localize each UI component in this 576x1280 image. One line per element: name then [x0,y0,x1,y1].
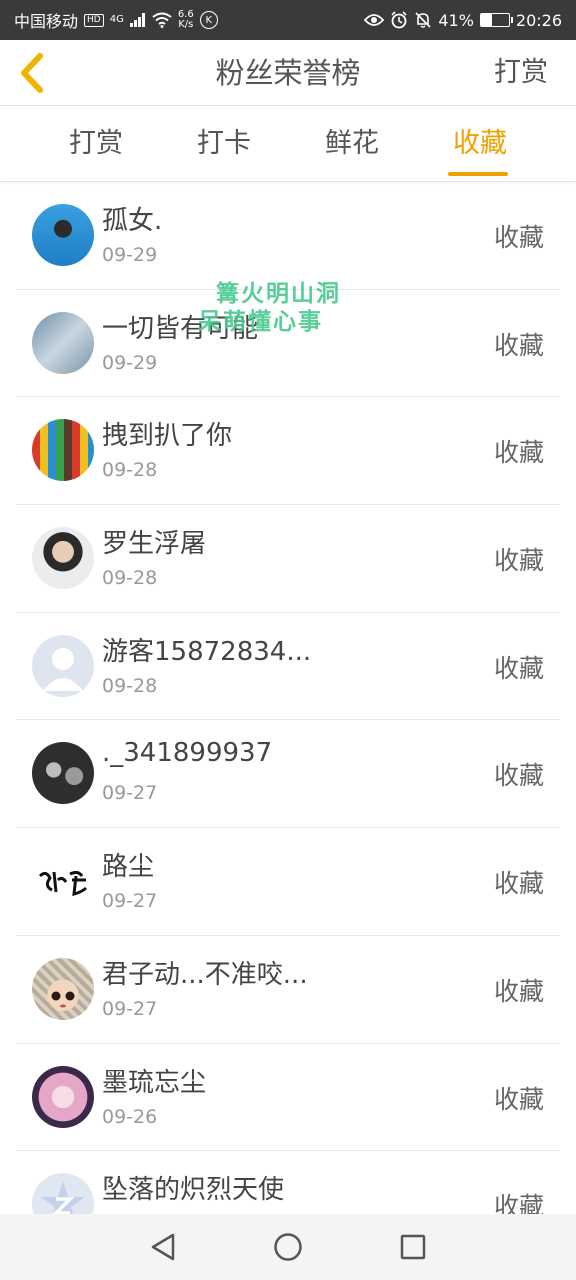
doll-face-icon [51,991,75,1008]
page-title: 粉丝荣誉榜 [215,56,361,90]
user-date: 09-28 [102,674,158,697]
user-name: 一切皆有可能 [102,313,259,344]
network-speed: 6.6 K/s [177,9,194,30]
tab-reward[interactable]: 打赏 [32,106,160,182]
battery-icon [479,13,513,27]
user-date: 09-28 [102,567,158,590]
list-item[interactable]: 一切皆有可能 09-29 收藏 [16,290,560,398]
favorite-label: 收藏 [493,976,544,1006]
nav-recents-button[interactable] [391,1225,435,1269]
favorite-label: 收藏 [493,1084,544,1114]
active-tab-indicator [448,172,508,176]
favorite-label: 收藏 [493,761,544,791]
tab-checkin[interactable]: 打卡 [160,106,288,182]
triangle-back-icon [151,1233,174,1261]
battery-percent: 41% [438,10,474,30]
signal-icon [129,13,145,27]
user-date: 09-29 [102,351,158,374]
list-item[interactable]: 墨琉忘尘 09-26 收藏 [16,1044,560,1152]
list-item[interactable]: 罗生浮屠 09-28 收藏 [16,505,560,613]
user-name: 拽到扒了你 [102,421,233,452]
nav-home-button[interactable] [266,1225,310,1269]
list-item[interactable]: 路尘 09-27 收藏 [16,828,560,936]
user-name: 路尘 [102,852,155,883]
favorite-label: 收藏 [493,438,544,468]
alarm-icon [391,11,407,29]
favorite-label: 收藏 [493,223,544,252]
clock-time: 20:26 [515,10,562,30]
app-header: 粉丝荣誉榜 打赏 [0,40,576,106]
list-item[interactable]: 孤女. 09-29 收藏 [16,182,560,290]
favorite-label: 收藏 [493,869,544,899]
system-nav-bar [0,1214,576,1280]
tab-flowers[interactable]: 鲜花 [288,106,416,182]
wifi-icon [152,12,172,28]
avatar [32,742,94,805]
avatar [32,850,94,913]
avatar [32,204,94,266]
fan-list: 孤女. 09-29 收藏 一切皆有可能 09-29 收藏 拽到扒了你 09-28… [0,182,576,1214]
k-app-icon: K [199,11,218,29]
favorite-label: 收藏 [493,653,544,683]
user-name: 君子动...不准咬... [102,959,308,990]
default-z-avatar-icon [41,1181,85,1214]
avatar [32,527,94,590]
square-recents-icon [401,1234,426,1260]
tab-bar: 打赏 打卡 鲜花 收藏 [0,106,576,182]
list-item[interactable]: 君子动...不准咬... 09-27 收藏 [16,936,560,1044]
user-name: ._341899937 [102,738,273,769]
avatar [32,1065,94,1128]
avatar [32,419,94,482]
back-button[interactable] [14,52,54,94]
list-item[interactable]: 游客15872834... 09-28 收藏 [16,613,560,721]
circle-home-icon [274,1233,302,1261]
list-item[interactable]: 坠落的炽烈天使 收藏 [16,1151,560,1214]
network-type: 4G [109,14,124,25]
reward-button[interactable]: 打赏 [494,40,548,106]
nav-back-button[interactable] [141,1225,185,1269]
mute-bell-icon [415,12,431,28]
eye-icon [364,14,385,26]
user-date: 09-26 [102,1105,158,1128]
user-date: 09-27 [102,782,158,805]
user-name: 墨琉忘尘 [102,1067,207,1098]
favorite-label: 收藏 [493,546,544,576]
user-date: 09-28 [102,459,158,482]
user-date: 09-27 [102,890,158,913]
carrier-label: 中国移动 [14,12,79,31]
avatar [32,1173,94,1214]
avatar [32,311,94,374]
hd-badge: HD [84,13,104,27]
tab-favorites[interactable]: 收藏 [416,106,544,182]
avatar [32,957,94,1020]
status-bar: 中国移动 HD 4G 6.6 K/s K 41% 20:26 [0,0,576,40]
list-item[interactable]: 拽到扒了你 09-28 收藏 [16,397,560,506]
list-item[interactable]: ._341899937 09-27 收藏 [16,720,560,829]
favorite-label: 收藏 [493,330,544,360]
user-name: 游客15872834... [102,636,312,667]
calligraphy-avatar-image [38,871,88,897]
user-name: 孤女. [102,206,163,236]
favorite-label: 收藏 [493,1192,544,1214]
chevron-left-icon [21,53,43,93]
default-user-icon [43,647,83,691]
user-name: 罗生浮屠 [102,529,207,560]
user-name: 坠落的炽烈天使 [102,1175,285,1206]
user-date: 09-27 [102,997,158,1020]
avatar [32,634,94,697]
user-date: 09-29 [102,244,158,266]
